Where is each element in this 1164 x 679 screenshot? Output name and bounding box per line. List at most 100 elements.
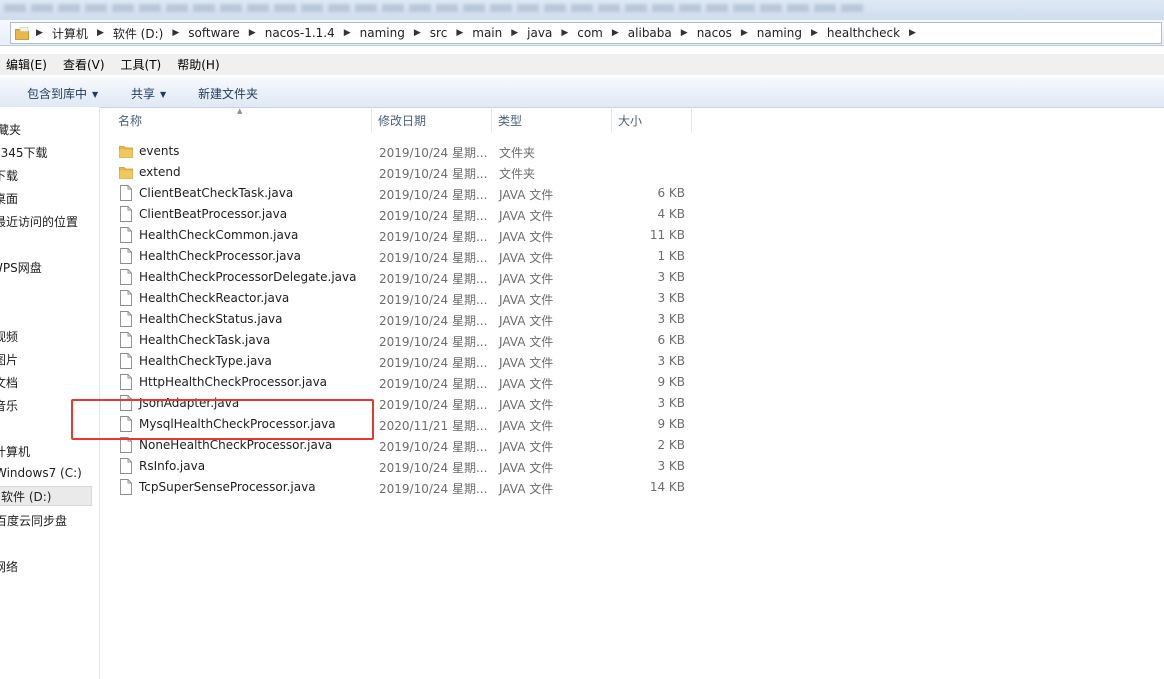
file-name: HealthCheckStatus.java: [139, 312, 283, 326]
file-type: JAVA 文件: [499, 209, 554, 223]
column-header-name[interactable]: 名称: [112, 107, 372, 133]
nav-baidu-sync[interactable]: 百度云同步盘: [0, 512, 67, 529]
file-size: 3 KB: [657, 396, 685, 410]
breadcrumb-arrow-icon[interactable]: ▶: [172, 28, 179, 38]
address-input[interactable]: ▶ 计算机 ▶ 软件 (D:) ▶ software ▶ nacos-1.1.4 ▶ naming…: [10, 22, 1162, 44]
folder-row[interactable]: events 2019/10/24 星期... 文件夹: [100, 141, 700, 162]
breadcrumb-item[interactable]: alibaba: [628, 26, 672, 40]
nav-drive-d[interactable]: 软件 (D:): [0, 486, 92, 506]
share-button[interactable]: 共享 ▼: [131, 85, 166, 102]
breadcrumb-item[interactable]: 软件 (D:): [113, 25, 163, 42]
file-name: HealthCheckCommon.java: [139, 228, 299, 242]
breadcrumb-item[interactable]: software: [188, 26, 240, 40]
include-library-button[interactable]: 包含到库中 ▼: [27, 85, 98, 102]
file-size: 14 KB: [649, 480, 685, 494]
file-row[interactable]: HealthCheckProcessorDelegate.java 2019/10…: [100, 267, 700, 288]
breadcrumb-item[interactable]: main: [472, 26, 502, 40]
column-header-size[interactable]: 大小: [612, 107, 692, 133]
breadcrumb-arrow-icon[interactable]: ▶: [414, 28, 421, 38]
column-header-type[interactable]: 类型: [492, 107, 612, 133]
blurred-window-title: [4, 4, 864, 12]
file-date: 2019/10/24 星期...: [379, 230, 488, 244]
file-date: 2019/10/24 星期...: [379, 188, 488, 202]
menu-help[interactable]: 帮助(H): [177, 56, 219, 73]
folder-row[interactable]: extend 2019/10/24 星期... 文件夹: [100, 162, 700, 183]
nav-desktop[interactable]: 桌面: [0, 190, 18, 207]
nav-downloads[interactable]: 下载: [0, 167, 18, 184]
breadcrumb-arrow-icon[interactable]: ▶: [36, 28, 43, 38]
menu-edit[interactable]: 编辑(E): [6, 56, 47, 73]
file-icon: [120, 206, 132, 222]
breadcrumb-arrow-icon[interactable]: ▶: [909, 28, 916, 38]
file-row[interactable]: HealthCheckType.java 2019/10/24 星期... JAVA…: [100, 351, 700, 372]
breadcrumb-arrow-icon[interactable]: ▶: [344, 28, 351, 38]
breadcrumb-item[interactable]: naming: [757, 26, 802, 40]
nav-2345-downloads[interactable]: 2345下载: [0, 144, 48, 161]
file-name: HealthCheckTask.java: [139, 333, 271, 347]
file-date: 2020/11/21 星期...: [379, 419, 488, 433]
breadcrumb-item[interactable]: nacos: [697, 26, 732, 40]
file-type: JAVA 文件: [499, 251, 554, 265]
command-toolbar: 包含到库中 ▼ 共享 ▼ 新建文件夹: [0, 76, 1164, 108]
breadcrumb-item[interactable]: src: [430, 26, 448, 40]
file-type: JAVA 文件: [499, 314, 554, 328]
nav-network[interactable]: 网络: [0, 558, 18, 575]
file-row[interactable]: HealthCheckTask.java 2019/10/24 星期... JAVA…: [100, 330, 700, 351]
breadcrumb-arrow-icon[interactable]: ▶: [811, 28, 818, 38]
menu-tools[interactable]: 工具(T): [121, 56, 162, 73]
breadcrumb-arrow-icon[interactable]: ▶: [456, 28, 463, 38]
navigation-pane: 藏夹 2345下载 下载 桌面 最近访问的位置 WPS网盘 视频 图片 文档 音…: [0, 107, 100, 679]
file-row[interactable]: RsInfo.java 2019/10/24 星期... JAVA 文件 3 KB: [100, 456, 700, 477]
file-icon: [120, 458, 132, 474]
address-bar[interactable]: ▶ 计算机 ▶ 软件 (D:) ▶ software ▶ nacos-1.1.4 ▶ naming…: [0, 20, 1164, 46]
nav-computer[interactable]: 计算机: [0, 443, 30, 460]
file-date: 2019/10/24 星期...: [379, 272, 488, 286]
nav-pictures[interactable]: 图片: [0, 351, 18, 368]
file-row[interactable]: HealthCheckStatus.java 2019/10/24 星期... JA…: [100, 309, 700, 330]
file-name: ClientBeatProcessor.java: [139, 207, 288, 221]
breadcrumb-item[interactable]: 计算机: [52, 25, 88, 42]
file-row[interactable]: HealthCheckReactor.java 2019/10/24 星期... J…: [100, 288, 700, 309]
file-icon: [120, 374, 132, 390]
menu-bar: 编辑(E) 查看(V) 工具(T) 帮助(H): [0, 54, 1164, 75]
file-name: HealthCheckReactor.java: [139, 291, 290, 305]
file-row[interactable]: HealthCheckCommon.java 2019/10/24 星期... JA…: [100, 225, 700, 246]
file-row[interactable]: ClientBeatCheckTask.java 2019/10/24 星期...…: [100, 183, 700, 204]
file-list: ▲ 名称 修改日期 类型 大小 events 2019/10/24 星期... 文件…: [100, 107, 1164, 679]
breadcrumb-arrow-icon[interactable]: ▶: [97, 28, 104, 38]
nav-wps-drive[interactable]: WPS网盘: [0, 259, 42, 276]
breadcrumb-item[interactable]: java: [527, 26, 552, 40]
nav-documents[interactable]: 文档: [0, 374, 18, 391]
nav-drive-c[interactable]: Windows7 (C:): [0, 466, 82, 480]
nav-videos[interactable]: 视频: [0, 328, 18, 345]
file-size: 6 KB: [657, 186, 685, 200]
file-name: events: [139, 144, 180, 158]
breadcrumb-arrow-icon[interactable]: ▶: [681, 28, 688, 38]
file-row[interactable]: HttpHealthCheckProcessor.java 2019/10/24 …: [100, 372, 700, 393]
breadcrumb-item[interactable]: naming: [360, 26, 405, 40]
file-row[interactable]: ClientBeatProcessor.java 2019/10/24 星期...…: [100, 204, 700, 225]
highlight-box: [71, 399, 374, 440]
file-name: HealthCheckProcessorDelegate.java: [139, 270, 357, 284]
file-name: ClientBeatCheckTask.java: [139, 186, 294, 200]
breadcrumb-arrow-icon[interactable]: ▶: [561, 28, 568, 38]
breadcrumb-item[interactable]: com: [577, 26, 603, 40]
nav-favorites[interactable]: 藏夹: [0, 121, 21, 138]
file-name: HealthCheckProcessor.java: [139, 249, 301, 263]
file-icon: [120, 290, 132, 306]
column-header-date[interactable]: 修改日期: [372, 107, 492, 133]
dropdown-arrow-icon: ▼: [160, 90, 167, 99]
menu-view[interactable]: 查看(V): [63, 56, 105, 73]
breadcrumb-arrow-icon[interactable]: ▶: [612, 28, 619, 38]
breadcrumb-arrow-icon[interactable]: ▶: [741, 28, 748, 38]
nav-recent-places[interactable]: 最近访问的位置: [0, 213, 78, 230]
file-row[interactable]: TcpSuperSenseProcessor.java 2019/10/24 星期…: [100, 477, 700, 498]
file-type: JAVA 文件: [499, 356, 554, 370]
nav-music[interactable]: 音乐: [0, 397, 18, 414]
new-folder-button[interactable]: 新建文件夹: [198, 85, 258, 102]
file-row[interactable]: HealthCheckProcessor.java 2019/10/24 星期..…: [100, 246, 700, 267]
breadcrumb-item[interactable]: healthcheck: [827, 26, 900, 40]
breadcrumb-item[interactable]: nacos-1.1.4: [265, 26, 335, 40]
breadcrumb-arrow-icon[interactable]: ▶: [511, 28, 518, 38]
breadcrumb-arrow-icon[interactable]: ▶: [249, 28, 256, 38]
